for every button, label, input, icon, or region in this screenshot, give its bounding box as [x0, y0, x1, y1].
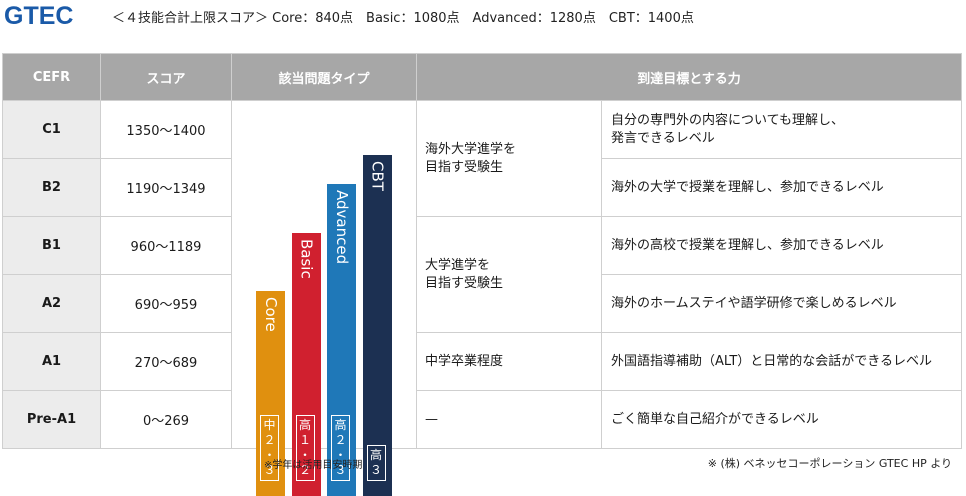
grade-box: 高３: [366, 445, 386, 481]
target-group: —: [416, 390, 602, 449]
source-footnote: ※ (株) ベネッセコーポレーション GTEC HP より: [707, 457, 952, 470]
header-goal: 到達目標とする力: [416, 53, 962, 101]
score-range: 1350〜1400: [100, 100, 232, 159]
test-bar-label: Basic: [297, 238, 316, 279]
cefr-level: C1: [2, 100, 101, 159]
test-bar-cbt: CBT 高 ３: [362, 155, 392, 496]
level-description: 外国語指導補助（ALT）と日常的な会話ができるレベル: [601, 332, 962, 391]
table-header-row: CEFR スコア 該当問題タイプ 到達目標とする力: [2, 53, 962, 101]
cefr-level: B1: [2, 216, 101, 275]
score-range: 690〜959: [100, 274, 232, 333]
table-row: Pre-A1 0〜269 — ごく簡単な自己紹介ができるレベル: [2, 390, 962, 449]
header-test-type: 該当問題タイプ: [231, 53, 417, 101]
cefr-level: A2: [2, 274, 101, 333]
level-description: 自分の専門外の内容についても理解し、 発言できるレベル: [601, 100, 962, 159]
test-bar-label: CBT: [368, 161, 387, 191]
grade-box: 中 ２ ・ ３: [260, 414, 279, 481]
grade-footnote: ※学年は活用目安時期: [264, 460, 363, 471]
gtec-logo: GTEC: [4, 2, 74, 30]
header-score: スコア: [100, 53, 232, 101]
cefr-level: Pre-A1: [2, 390, 101, 449]
test-type-chart: Core 中 ２ ・ ３ Basic 高 １ ・ ２ Advanced 高 ２ ・ ３ CBT 高 ３: [231, 100, 417, 496]
target-group: 中学卒業程度: [416, 332, 602, 391]
level-description: 海外の大学で授業を理解し、参加できるレベル: [601, 158, 962, 217]
score-range: 960〜1189: [100, 216, 232, 275]
cefr-level: A1: [2, 332, 101, 391]
target-group: 海外大学進学を 目指す受験生: [416, 100, 602, 217]
level-description: 海外の高校で授業を理解し、参加できるレベル: [601, 216, 962, 275]
header-cefr: CEFR: [2, 53, 101, 101]
cefr-level: B2: [2, 158, 101, 217]
score-range: 270〜689: [100, 332, 232, 391]
score-caps-subtitle: ＜４技能合計上限スコア＞ Core：840点 Basic：1080点 Advan…: [112, 11, 694, 26]
score-range: 0〜269: [100, 390, 232, 449]
score-range: 1190〜1349: [100, 158, 232, 217]
table-row: A1 270〜689 中学卒業程度 外国語指導補助（ALT）と日常的な会話ができ…: [2, 332, 962, 391]
target-group: 大学進学を 目指す受験生: [416, 216, 602, 333]
test-bar-label: Advanced: [333, 190, 351, 265]
grade-box: 高 ２ ・ ３: [331, 414, 350, 481]
table-row: B1 960〜1189 大学進学を 目指す受験生 海外の高校で授業を理解し、参加で…: [2, 216, 962, 333]
table-row: C1 1350〜1400 Core 中 ２ ・ ３ Basic 高 １ ・ ２ Advanced 高 ２…: [2, 100, 962, 496]
level-description: 海外のホームステイや語学研修で楽しめるレベル: [601, 274, 962, 333]
cefr-score-table: CEFR スコア 該当問題タイプ 到達目標とする力 C1 1350〜1400 C…: [2, 53, 962, 496]
test-bar-advanced: Advanced 高 ２ ・ ３: [327, 184, 356, 496]
grade-box: 高 １ ・ ２: [295, 414, 315, 481]
test-bar-label: Core: [262, 297, 280, 333]
level-description: ごく簡単な自己紹介ができるレベル: [601, 390, 962, 449]
